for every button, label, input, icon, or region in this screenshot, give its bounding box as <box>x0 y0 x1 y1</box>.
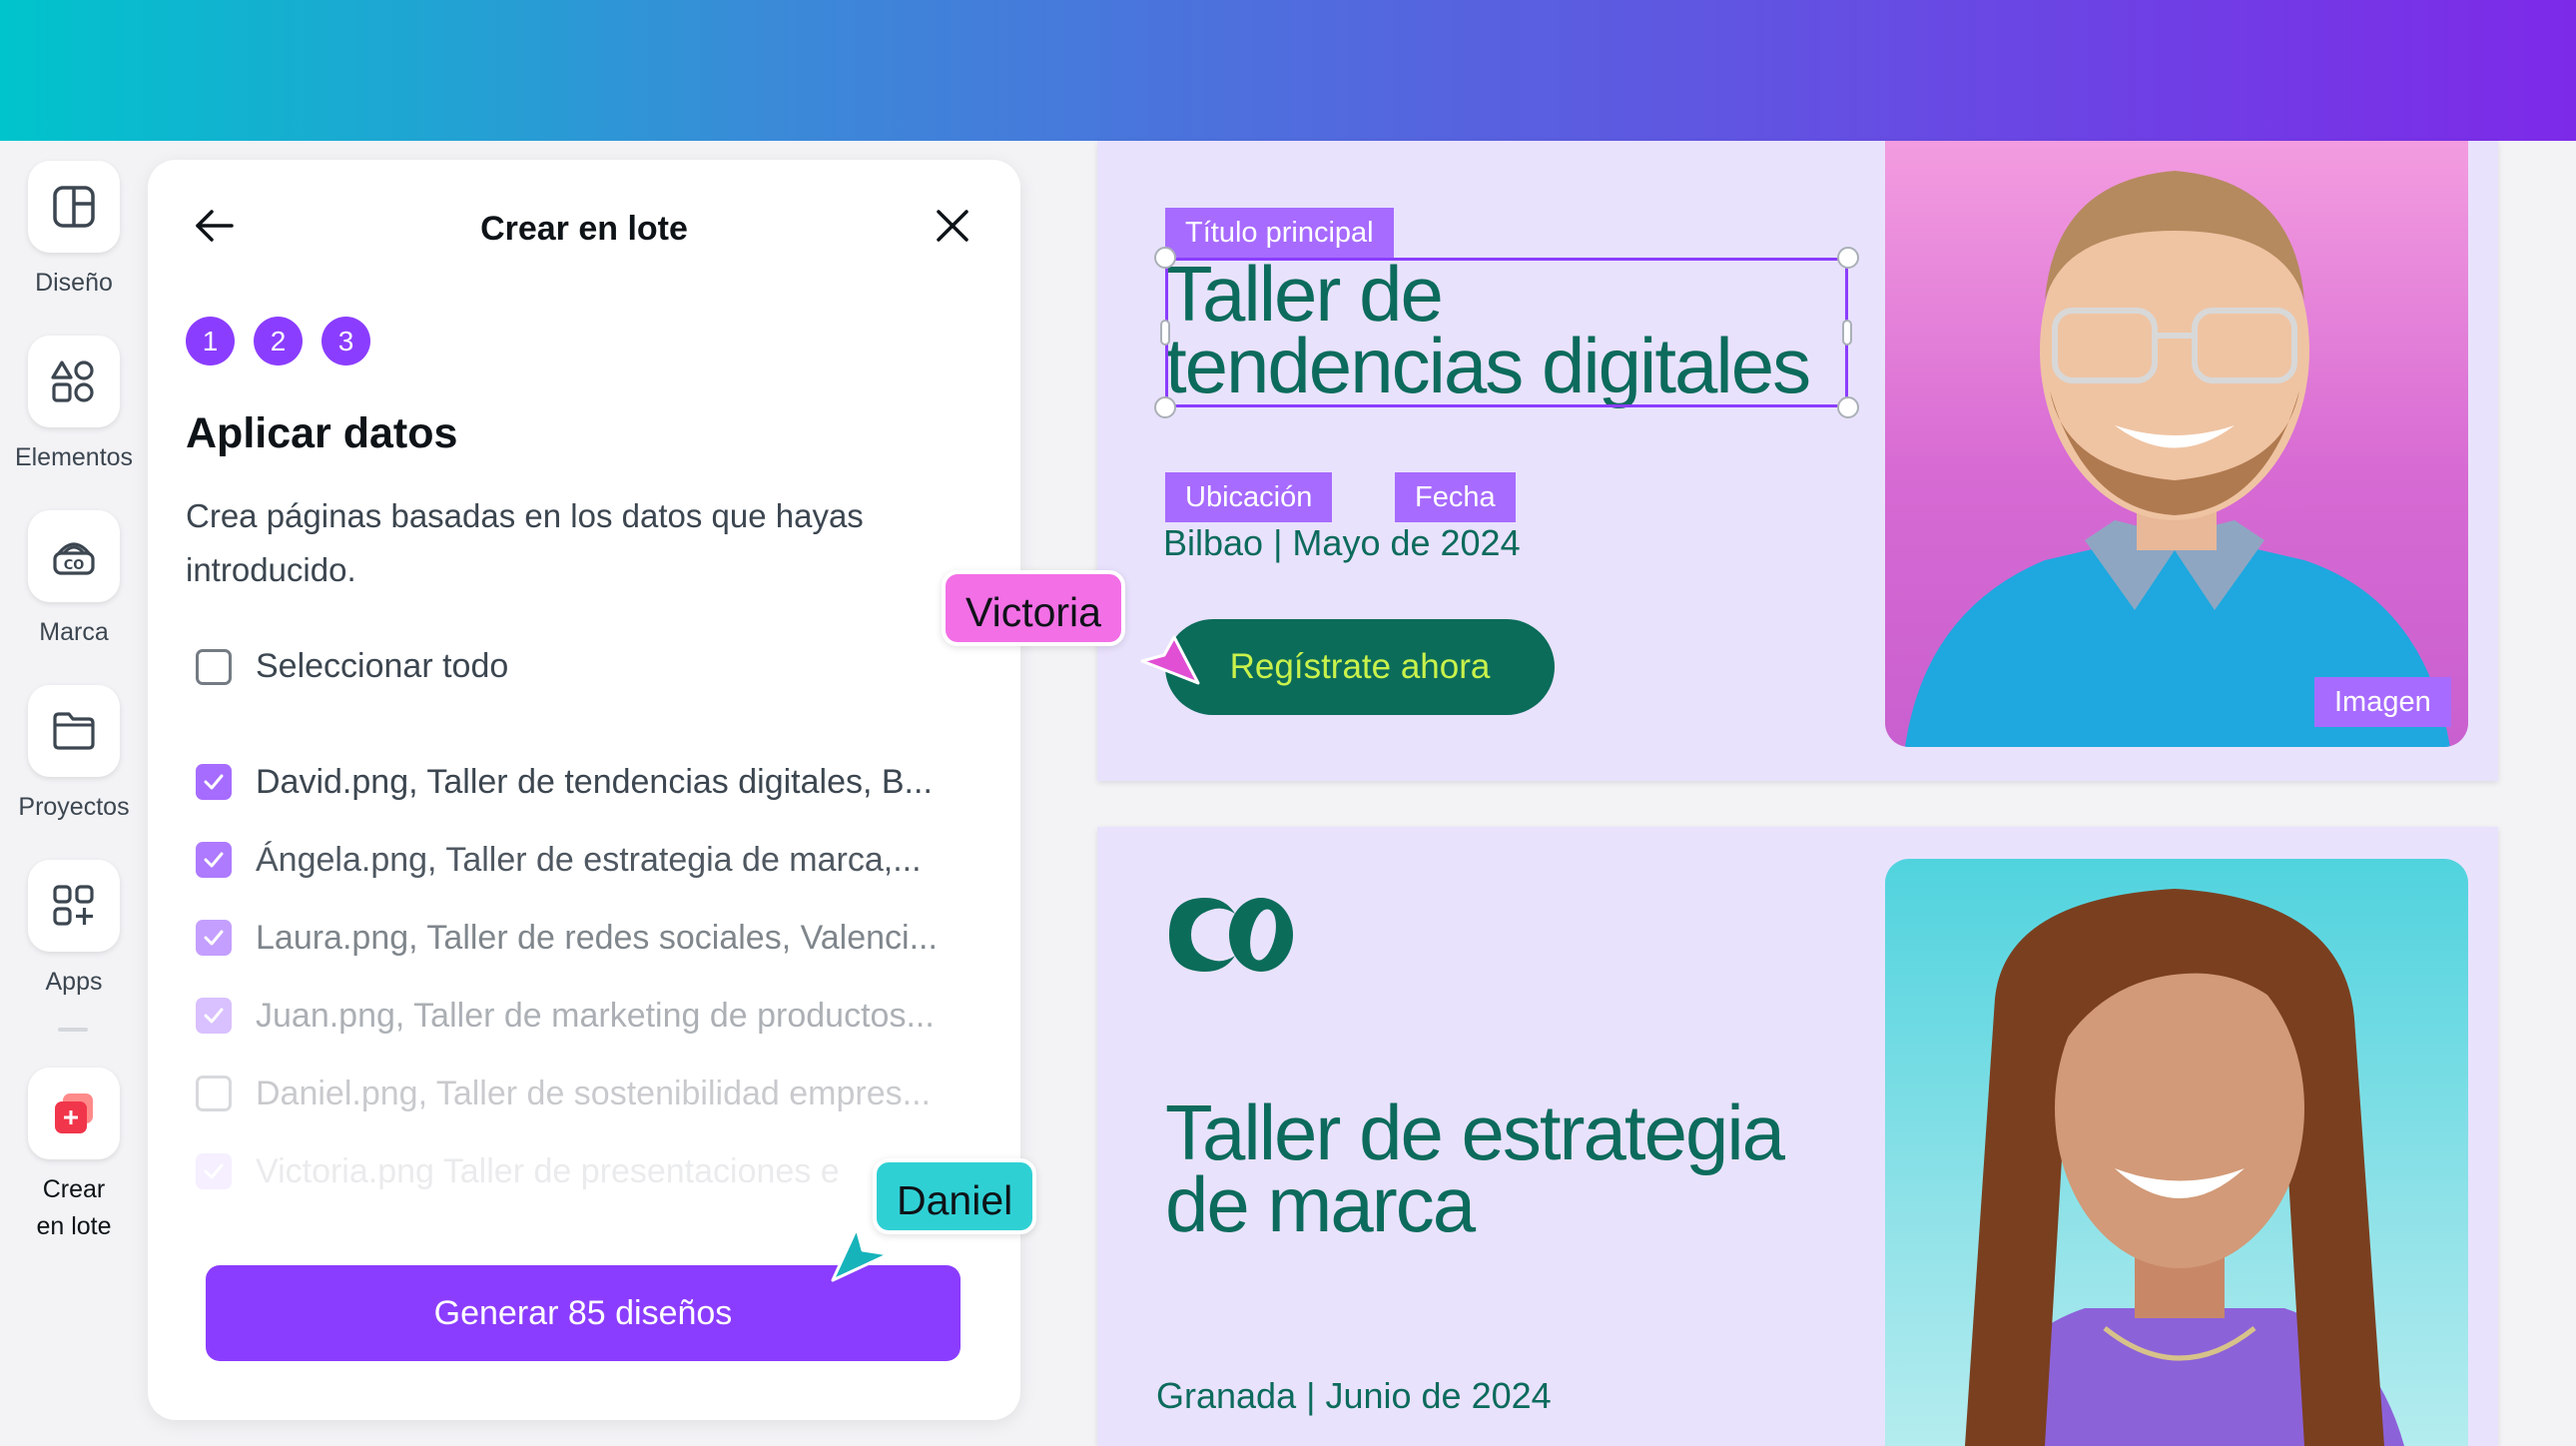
resize-handle[interactable] <box>1837 396 1859 418</box>
speaker-photo-2[interactable] <box>1885 859 2468 1446</box>
checkbox[interactable] <box>196 1076 232 1111</box>
rail-label: Diseño <box>35 269 113 297</box>
rail-divider <box>58 1028 88 1032</box>
resize-handle[interactable] <box>1160 320 1170 346</box>
folder-icon <box>28 685 120 777</box>
top-banner <box>0 0 2576 141</box>
checkbox[interactable] <box>196 648 232 685</box>
rail-item-apps[interactable]: Apps <box>0 860 148 1001</box>
cursor-pointer-icon <box>1140 635 1200 685</box>
data-row-label: David.png, Taller de tendencias digitale… <box>256 762 933 801</box>
select-all-checkbox[interactable]: Seleccionar todo <box>196 647 508 686</box>
rail-item-proyectos[interactable]: Proyectos <box>0 685 148 826</box>
collaborator-badge-daniel: Daniel <box>873 1158 1037 1234</box>
step-3[interactable]: 3 <box>322 317 370 365</box>
checkbox-checked[interactable] <box>196 998 232 1034</box>
rail-item-diseno[interactable]: Diseño <box>0 161 148 302</box>
close-icon[interactable] <box>929 202 976 250</box>
data-row[interactable]: Ángela.png, Taller de estrategia de marc… <box>196 835 994 885</box>
data-row-label: Juan.png, Taller de marketing de product… <box>256 996 935 1035</box>
rail-label: Apps <box>45 968 103 996</box>
svg-text:CO: CO <box>64 558 85 573</box>
page1-location-date[interactable]: Bilbao | Mayo de 2024 <box>1163 522 1521 564</box>
apps-icon <box>28 860 120 952</box>
rail-label: Marca <box>39 618 109 646</box>
page2-title[interactable]: Taller de estrategia de marca <box>1165 1088 1785 1248</box>
rail-label-line: Crear <box>42 1175 106 1203</box>
rail-item-marca[interactable]: CO Marca <box>0 510 148 651</box>
data-row-label: Laura.png, Taller de redes sociales, Val… <box>256 918 938 957</box>
cursor-pointer-icon <box>831 1226 891 1282</box>
left-rail: Diseño Elementos CO Marca Proyectos Apps… <box>0 141 148 1446</box>
brand-icon: CO <box>28 510 120 602</box>
bulk-create-icon <box>28 1068 120 1159</box>
checkbox-checked[interactable] <box>196 1153 232 1189</box>
rail-item-crear-en-lote[interactable]: Crear en lote <box>0 1068 148 1245</box>
selection-box <box>1165 258 1848 407</box>
rail-label-line: en lote <box>36 1212 112 1240</box>
speaker-photo-1[interactable] <box>1885 141 2468 747</box>
resize-handle[interactable] <box>1154 247 1176 269</box>
checkbox-checked[interactable] <box>196 920 232 956</box>
data-row-label: Daniel.png, Taller de sostenibilidad emp… <box>256 1074 931 1112</box>
data-row[interactable]: Juan.png, Taller de marketing de product… <box>196 991 994 1041</box>
data-row[interactable]: David.png, Taller de tendencias digitale… <box>196 757 994 807</box>
page2-title-line: de marca <box>1165 1160 1476 1248</box>
step-title: Aplicar datos <box>186 409 458 457</box>
shapes-icon <box>28 336 120 427</box>
checkbox-checked[interactable] <box>196 842 232 878</box>
image-field-tag: Imagen <box>2314 677 2451 727</box>
checkbox-checked[interactable] <box>196 764 232 800</box>
resize-handle[interactable] <box>1842 320 1852 346</box>
page2-title-line: Taller de estrategia <box>1165 1088 1785 1176</box>
date-field-tag: Fecha <box>1395 472 1516 522</box>
register-now-button[interactable]: Regístrate ahora <box>1165 619 1555 715</box>
rail-label: Proyectos <box>18 793 130 821</box>
step-1[interactable]: 1 <box>186 317 235 365</box>
location-field-tag: Ubicación <box>1165 472 1333 522</box>
rail-label: Elementos <box>14 443 134 471</box>
rail-label: Crear en lote <box>0 1171 148 1245</box>
data-row-label: Ángela.png, Taller de estrategia de marc… <box>256 840 922 879</box>
data-row[interactable]: Laura.png, Taller de redes sociales, Val… <box>196 913 994 963</box>
page2-location-date[interactable]: Granada | Junio de 2024 <box>1156 1375 1552 1417</box>
step-2[interactable]: 2 <box>254 317 303 365</box>
rail-item-elementos[interactable]: Elementos <box>0 336 148 476</box>
panel-title: Crear en lote <box>480 210 688 248</box>
layout-icon <box>28 161 120 253</box>
resize-handle[interactable] <box>1154 396 1176 418</box>
resize-handle[interactable] <box>1837 247 1859 269</box>
collaborator-badge-victoria: Victoria <box>942 570 1125 646</box>
data-row[interactable]: Daniel.png, Taller de sostenibilidad emp… <box>196 1069 994 1118</box>
select-all-label: Seleccionar todo <box>256 647 509 685</box>
step-description: Crea páginas basadas en los datos que ha… <box>186 497 864 588</box>
brand-logo <box>1165 894 1299 981</box>
